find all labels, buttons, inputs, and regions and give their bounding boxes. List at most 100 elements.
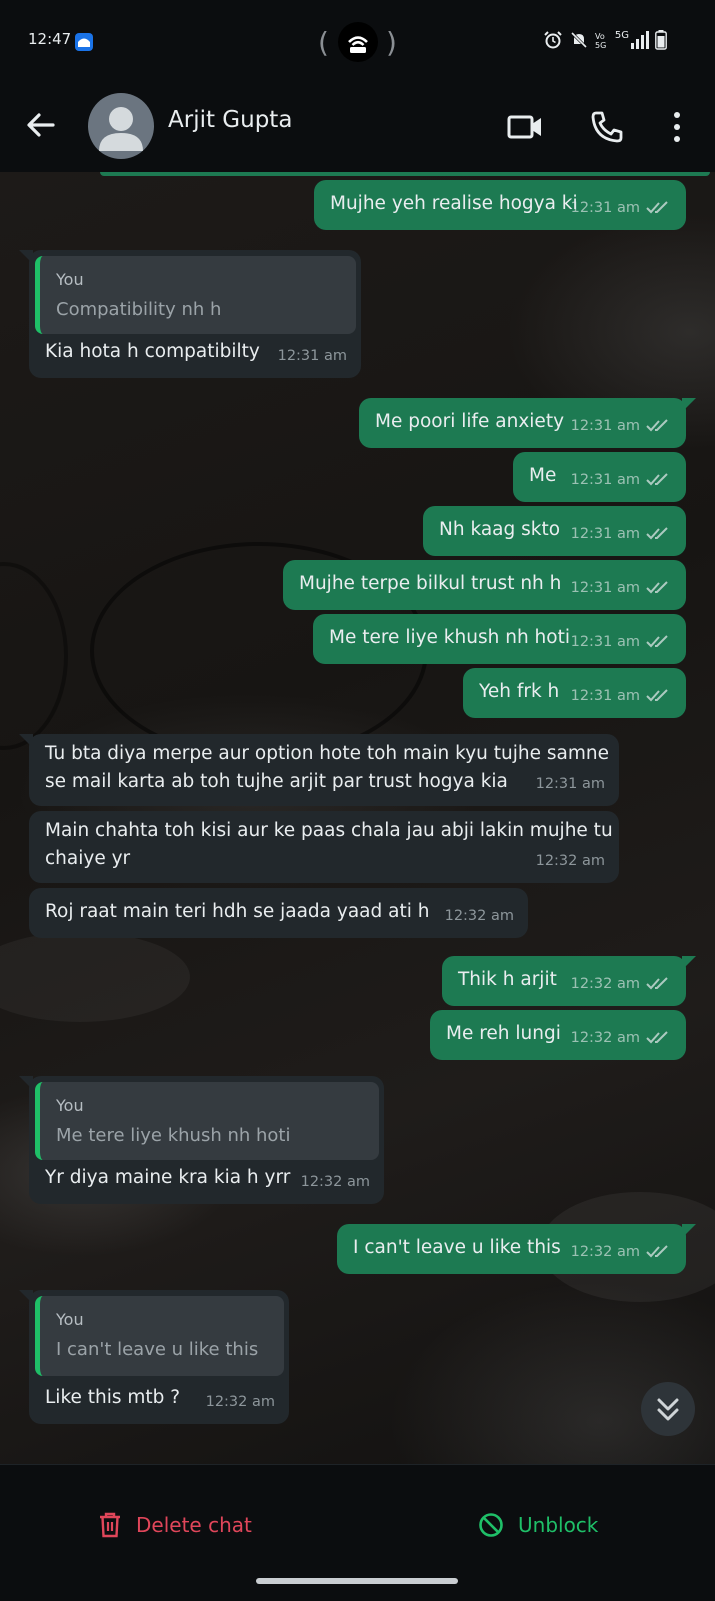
unblock-button[interactable]: Unblock — [478, 1505, 598, 1545]
quote-author: You — [56, 1310, 84, 1329]
scroll-to-bottom-button[interactable] — [641, 1382, 695, 1436]
quoted-message[interactable]: You Me tere liye khush nh hoti — [35, 1082, 379, 1160]
svg-text:5G: 5G — [595, 41, 606, 50]
voice-call-button[interactable] — [588, 108, 626, 146]
more-options-button[interactable] — [660, 108, 694, 146]
message-outgoing[interactable]: Me 12:31 am — [513, 452, 686, 502]
chat-messages[interactable]: Mujhe yeh realise hogya ki 12:31 am You … — [0, 172, 715, 1464]
scroll-down-icon — [657, 1398, 679, 1421]
message-text: Me poori life anxiety — [375, 411, 565, 432]
message-time: 12:31 am — [570, 472, 640, 488]
message-incoming[interactable]: Main chahta toh kisi aur ke paas chala j… — [29, 811, 619, 883]
message-text-line-1: Tu bta diya merpe aur option hote toh ma… — [45, 743, 609, 764]
message-meta: 12:32 am — [301, 1168, 370, 1196]
message-meta: 12:32 am — [571, 1238, 672, 1266]
message-outgoing[interactable]: Yeh frk h 12:31 am — [463, 668, 686, 718]
delete-chat-button[interactable]: Delete chat — [98, 1505, 252, 1545]
quote-text: Compatibility nh h — [56, 299, 222, 320]
back-button[interactable] — [24, 108, 58, 142]
double-check-icon — [646, 1245, 668, 1258]
message-meta: 12:31 am — [536, 770, 605, 798]
message-time: 12:32 am — [205, 1394, 275, 1410]
video-call-icon — [507, 115, 541, 139]
message-time: 12:31 am — [570, 418, 640, 434]
signal-icon — [631, 31, 649, 49]
message-outgoing[interactable]: Mujhe terpe bilkul trust nh h 12:31 am — [283, 560, 686, 610]
message-time: 12:31 am — [570, 526, 640, 542]
message-text: Nh kaag skto — [439, 519, 561, 540]
double-check-icon — [646, 689, 668, 702]
message-meta: 12:32 am — [571, 970, 672, 998]
chat-header: Arjit Gupta — [0, 84, 715, 172]
message-outgoing[interactable]: Mujhe yeh realise hogya ki 12:31 am — [314, 180, 686, 230]
message-text: Me — [529, 465, 557, 486]
message-outgoing[interactable]: Me poori life anxiety 12:31 am — [359, 398, 696, 448]
double-check-icon — [646, 581, 668, 594]
mute-icon — [570, 31, 587, 49]
message-meta: 12:31 am — [571, 520, 672, 548]
message-outgoing[interactable]: Me reh lungi 12:32 am — [430, 1010, 686, 1060]
message-incoming[interactable]: Tu bta diya merpe aur option hote toh ma… — [19, 734, 619, 806]
back-arrow-icon — [27, 113, 55, 137]
double-check-icon — [646, 419, 668, 432]
message-time: 12:32 am — [444, 908, 514, 924]
status-icons: Vo 5G 5G — [543, 30, 667, 50]
unblock-label: Unblock — [518, 1513, 599, 1537]
message-text-line-2: chaiye yr — [45, 848, 131, 869]
message-meta: 12:32 am — [445, 902, 514, 930]
message-time: 12:32 am — [300, 1174, 370, 1190]
volte-icon: Vo5G — [595, 32, 606, 50]
message-time: 12:31 am — [535, 776, 605, 792]
message-time: 12:32 am — [535, 853, 605, 869]
more-options-icon — [674, 112, 680, 142]
quoted-message[interactable]: You Compatibility nh h — [35, 256, 356, 334]
double-check-icon — [646, 977, 668, 990]
avatar-placeholder-icon — [99, 107, 143, 151]
previous-message-edge — [100, 172, 710, 176]
quote-text: Me tere liye khush nh hoti — [56, 1125, 291, 1146]
message-text: Yeh frk h — [479, 681, 560, 702]
message-outgoing[interactable]: Me tere liye khush nh hoti 12:31 am — [313, 614, 686, 664]
trash-icon — [100, 1512, 120, 1538]
message-outgoing[interactable]: Thik h arjit 12:32 am — [442, 956, 696, 1006]
message-time: 12:31 am — [570, 688, 640, 704]
message-outgoing[interactable]: I can't leave u like this 12:32 am — [337, 1224, 696, 1274]
status-bar: 12:47 ( ) Vo 5G 5G — [0, 0, 715, 84]
double-check-icon — [646, 201, 668, 214]
message-time: 12:32 am — [570, 976, 640, 992]
message-incoming[interactable]: Roj raat main teri hdh se jaada yaad ati… — [29, 888, 528, 938]
message-text-line-2: se mail karta ab toh tujhe arjit par tru… — [45, 771, 508, 792]
message-text: Roj raat main teri hdh se jaada yaad ati… — [45, 901, 430, 922]
message-text: Me reh lungi — [446, 1023, 561, 1044]
hotspot-indicator: ( ) — [318, 20, 398, 64]
contact-avatar[interactable] — [88, 93, 154, 159]
battery-icon — [655, 30, 667, 50]
gesture-navigation-bar[interactable] — [256, 1578, 458, 1584]
message-text: Yr diya maine kra kia h yrr — [45, 1167, 291, 1188]
message-incoming[interactable]: You I can't leave u like this Like this … — [19, 1290, 289, 1424]
quote-author: You — [56, 1096, 84, 1115]
message-meta: 12:31 am — [571, 574, 672, 602]
double-check-icon — [646, 635, 668, 648]
message-incoming[interactable]: You Me tere liye khush nh hoti Yr diya m… — [19, 1076, 384, 1204]
network-type: 5G — [614, 30, 629, 41]
quote-text: I can't leave u like this — [56, 1339, 259, 1360]
block-icon — [479, 1513, 503, 1537]
message-time: 12:31 am — [570, 634, 640, 650]
double-check-icon — [646, 1031, 668, 1044]
message-meta: 12:31 am — [571, 466, 672, 494]
message-time: 12:31 am — [277, 348, 347, 364]
message-outgoing[interactable]: Nh kaag skto 12:31 am — [423, 506, 686, 556]
contact-name[interactable]: Arjit Gupta — [168, 107, 292, 133]
video-call-button[interactable] — [506, 108, 544, 146]
message-text: Thik h arjit — [458, 969, 557, 990]
voice-call-icon — [591, 111, 623, 143]
message-text: Like this mtb ? — [45, 1387, 181, 1408]
message-incoming[interactable]: You Compatibility nh h Kia hota h compat… — [19, 250, 361, 378]
message-meta: 12:32 am — [536, 847, 605, 875]
message-time: 12:31 am — [570, 200, 640, 216]
quoted-message[interactable]: You I can't leave u like this — [35, 1296, 284, 1376]
message-meta: 12:31 am — [571, 628, 672, 656]
svg-text:Vo: Vo — [595, 32, 605, 41]
message-meta: 12:31 am — [571, 194, 672, 222]
